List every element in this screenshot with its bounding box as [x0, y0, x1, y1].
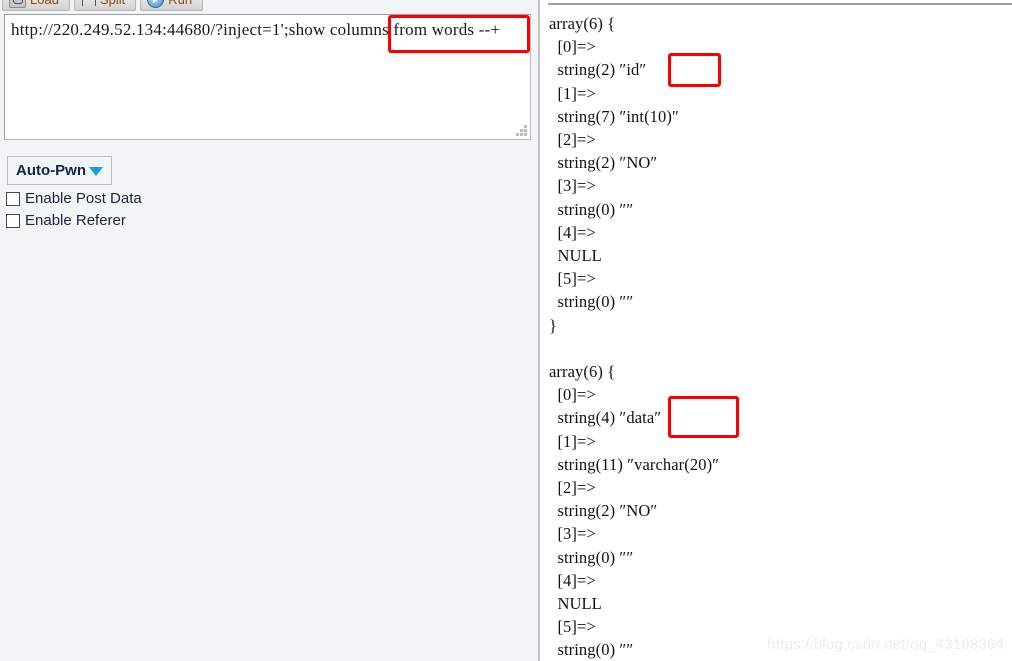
resize-grip-icon[interactable]: [516, 125, 527, 136]
load-button[interactable]: Load: [2, 0, 70, 11]
panel-top-rule: [548, 3, 1012, 5]
split-icon: [81, 0, 96, 7]
split-button-label: Split: [100, 0, 125, 7]
request-panel: Load Split Run http://220.249.52.134:446…: [0, 0, 538, 661]
load-button-label: Load: [30, 0, 59, 7]
checkbox-icon[interactable]: [6, 191, 20, 206]
run-button[interactable]: Run: [140, 0, 204, 11]
load-icon: [9, 0, 26, 8]
run-button-label: Run: [168, 0, 192, 7]
enable-referer-label: Enable Referer: [25, 212, 126, 229]
auto-pwn-label: Auto-Pwn: [16, 162, 86, 179]
watermark: https://blog.csdn.net/qq_43168364: [767, 636, 1004, 653]
enable-post-data-checkbox[interactable]: Enable Post Data: [6, 190, 142, 207]
split-button[interactable]: Split: [73, 0, 137, 11]
checkbox-icon[interactable]: [6, 213, 20, 228]
auto-pwn-dropdown[interactable]: Auto-Pwn: [7, 156, 112, 185]
app-window: Load Split Run http://220.249.52.134:446…: [0, 0, 1012, 661]
response-panel: array(6) { [0]=> string(2) ″id″ [1]=> st…: [540, 0, 1012, 661]
enable-referer-checkbox[interactable]: Enable Referer: [6, 212, 126, 229]
enable-post-data-label: Enable Post Data: [25, 190, 142, 207]
run-icon: [147, 0, 165, 8]
toolbar: Load Split Run: [0, 0, 204, 12]
url-input-value[interactable]: http://220.249.52.134:44680/?inject=1';s…: [11, 18, 530, 41]
var-dump-output: array(6) { [0]=> string(2) ″id″ [1]=> st…: [549, 14, 720, 660]
chevron-down-icon: [88, 167, 103, 176]
url-textarea[interactable]: http://220.249.52.134:44680/?inject=1';s…: [4, 14, 531, 140]
